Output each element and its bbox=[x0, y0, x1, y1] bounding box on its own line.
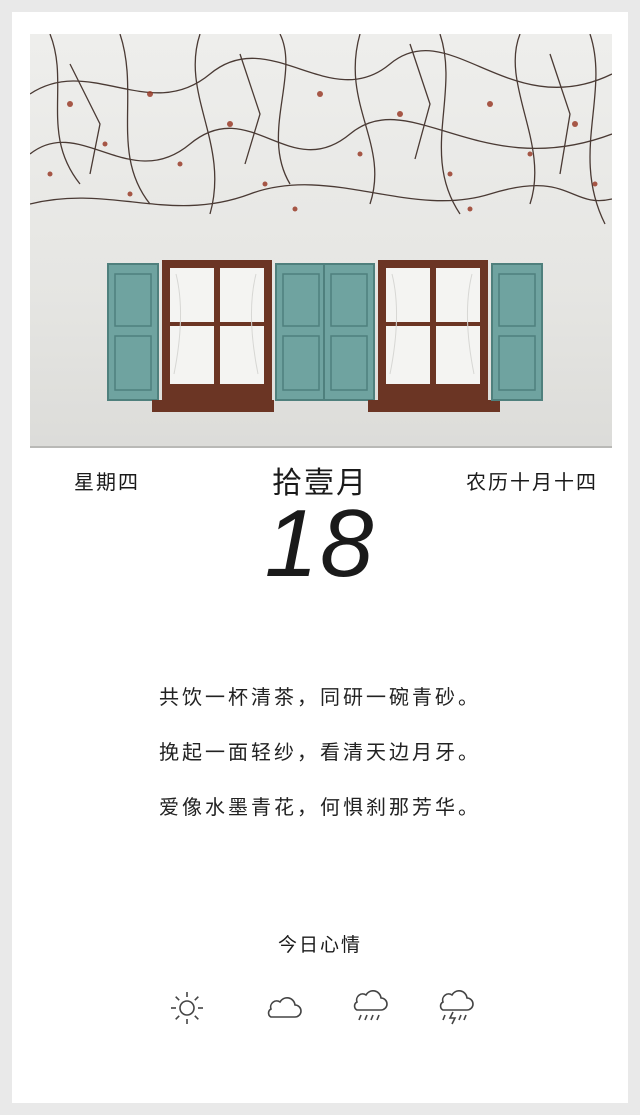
right-window bbox=[323, 260, 543, 412]
poem: 共饮一杯清茶，同研一碗青砂。 挽起一面轻纱，看清天边月牙。 爱像水墨青花，何惧刹… bbox=[12, 682, 628, 847]
rain-cloud-icon[interactable] bbox=[344, 988, 394, 1028]
header-photo bbox=[30, 34, 612, 448]
mood-options bbox=[162, 988, 482, 1028]
calendar-card: 星期四 拾壹月 农历十月十四 18 共饮一杯清茶，同研一碗青砂。 挽起一面轻纱，… bbox=[12, 12, 628, 1103]
poem-line: 共饮一杯清茶，同研一碗青砂。 bbox=[159, 685, 481, 709]
vines bbox=[30, 34, 612, 225]
left-window bbox=[107, 260, 327, 412]
lunar-date-label: 农历十月十四 bbox=[466, 470, 598, 494]
poem-line: 爱像水墨青花，何惧刹那芳华。 bbox=[159, 795, 481, 819]
sun-icon[interactable] bbox=[162, 988, 212, 1028]
cloud-icon[interactable] bbox=[258, 988, 308, 1028]
thunderstorm-icon[interactable] bbox=[430, 988, 480, 1028]
vine-leaves bbox=[47, 91, 598, 212]
day-number: 18 bbox=[264, 490, 376, 597]
window-illustration bbox=[30, 34, 612, 412]
mood-title: 今日心情 bbox=[277, 934, 362, 956]
poem-line: 挽起一面轻纱，看清天边月牙。 bbox=[159, 740, 481, 764]
